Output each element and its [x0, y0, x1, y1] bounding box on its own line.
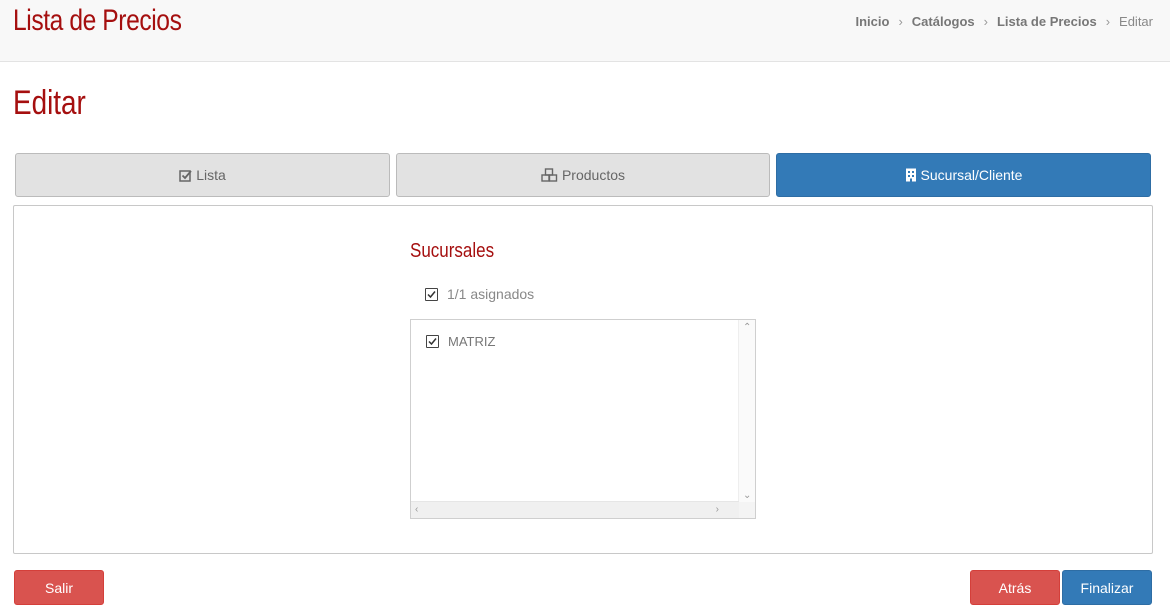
app-title: Lista de Precios: [13, 4, 182, 37]
breadcrumb-inicio[interactable]: Inicio: [855, 14, 889, 29]
assigned-count-label: 1/1 asignados: [447, 286, 535, 302]
checkmark-icon: [428, 338, 437, 346]
breadcrumb-current: Editar: [1119, 14, 1153, 29]
horizontal-scrollbar[interactable]: ‹ ›: [411, 501, 739, 518]
exit-button[interactable]: Salir: [14, 570, 104, 605]
breadcrumb-catalogos[interactable]: Catálogos: [912, 14, 975, 29]
select-all-sucursales[interactable]: 1/1 asignados: [425, 286, 534, 302]
tab-lista[interactable]: Lista: [15, 153, 390, 197]
tab-productos[interactable]: Productos: [396, 153, 770, 197]
scroll-left-icon[interactable]: ‹: [415, 505, 418, 515]
top-header: Lista de Precios Inicio › Catálogos › Li…: [0, 0, 1170, 62]
breadcrumb-separator: ›: [898, 14, 903, 29]
sucursales-listbox[interactable]: MATRIZ ⌃ ⌄ ‹ ›: [410, 319, 756, 519]
sucursal-checkbox[interactable]: [426, 335, 439, 348]
select-all-checkbox[interactable]: [425, 287, 438, 301]
tab-sucursal-cliente[interactable]: Sucursal/Cliente: [776, 153, 1151, 197]
scrollbar-corner: [739, 502, 755, 518]
back-button[interactable]: Atrás: [970, 570, 1060, 605]
cubes-icon: [541, 168, 558, 182]
check-square-icon: [179, 169, 192, 182]
list-item[interactable]: MATRIZ: [426, 334, 495, 349]
sucursal-label: MATRIZ: [448, 334, 496, 349]
vertical-scrollbar[interactable]: ⌃ ⌄: [738, 320, 755, 503]
tab-lista-label: Lista: [196, 167, 226, 183]
breadcrumb-separator: ›: [983, 14, 988, 29]
breadcrumb: Inicio › Catálogos › Lista de Precios › …: [855, 14, 1153, 29]
scroll-right-icon[interactable]: ›: [716, 505, 719, 515]
tab-productos-label: Productos: [561, 167, 626, 183]
section-title-sucursales: Sucursales: [410, 240, 495, 262]
scroll-up-icon[interactable]: ⌃: [743, 323, 751, 333]
tab-sucursal-cliente-label: Sucursal/Cliente: [920, 167, 1023, 183]
page-title: Editar: [13, 84, 86, 122]
building-icon: [905, 168, 917, 182]
finish-button[interactable]: Finalizar: [1062, 570, 1152, 605]
checkmark-icon: [427, 290, 436, 298]
scroll-down-icon[interactable]: ⌄: [743, 491, 751, 501]
breadcrumb-lista-de-precios[interactable]: Lista de Precios: [997, 14, 1097, 29]
breadcrumb-separator: ›: [1105, 14, 1111, 29]
